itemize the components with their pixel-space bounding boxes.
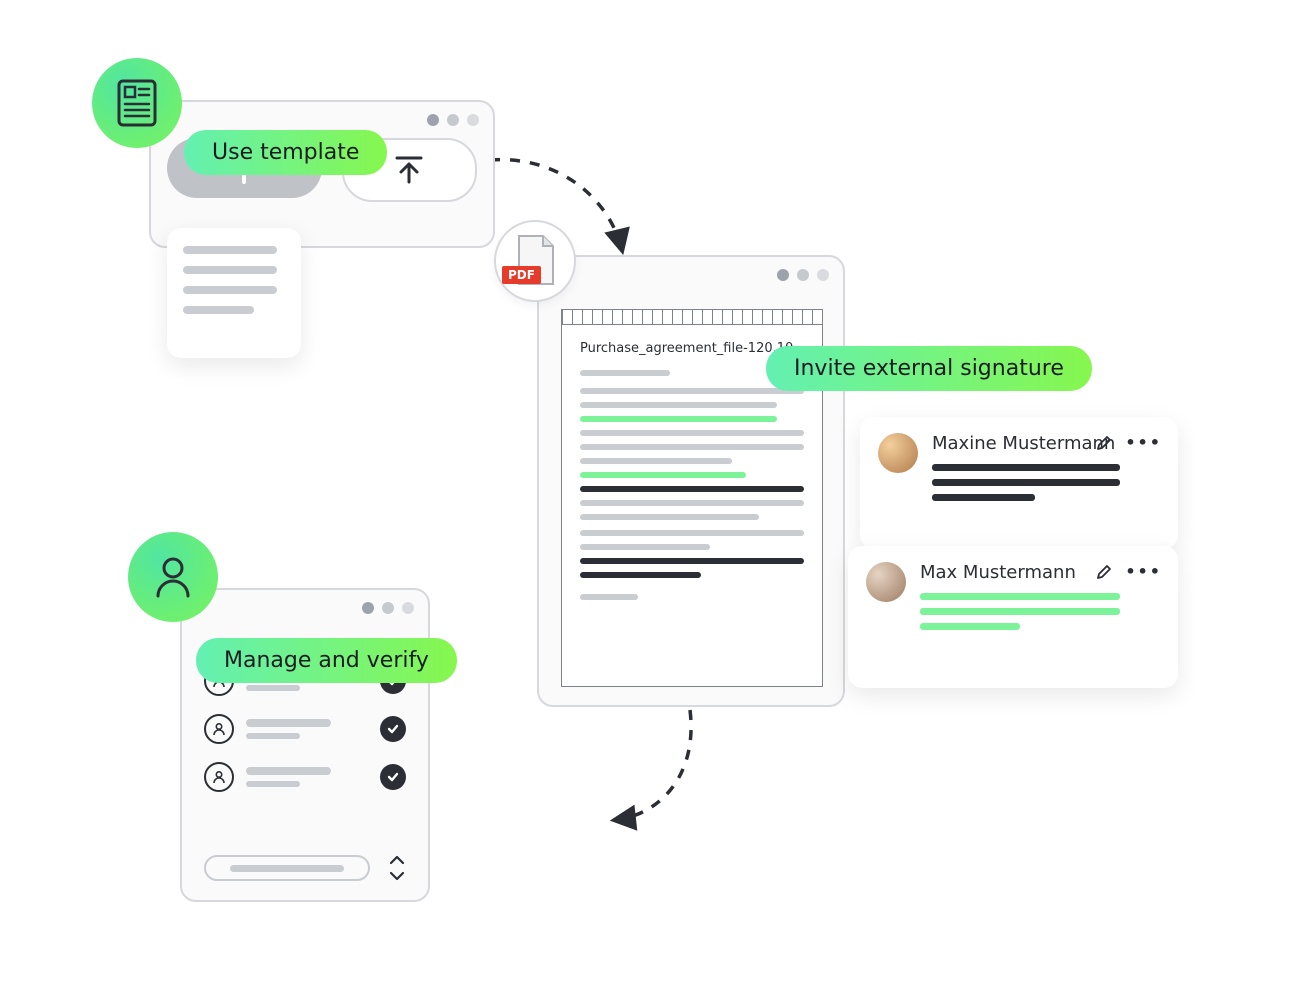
signer-name: Maxine Mustermann [932, 433, 1120, 454]
signer-name: Max Mustermann [920, 562, 1120, 583]
signer-card[interactable]: Maxine Mustermann ••• [860, 417, 1178, 549]
person-icon [204, 762, 234, 792]
window-dot [382, 602, 394, 614]
avatar [878, 433, 918, 473]
person-icon [152, 554, 194, 600]
signer-card[interactable]: Max Mustermann ••• [848, 546, 1178, 688]
window-dot [362, 602, 374, 614]
upload-icon [391, 152, 427, 188]
avatar [866, 562, 906, 602]
manage-verify-label: Manage and verify [196, 638, 457, 683]
pdf-label: PDF [502, 266, 541, 284]
window-dot [447, 114, 459, 126]
template-badge [92, 58, 182, 148]
more-icon[interactable]: ••• [1125, 562, 1162, 581]
verify-row [204, 762, 406, 792]
window-dot [797, 269, 809, 281]
pdf-badge: PDF [494, 220, 576, 302]
chevron-down-icon[interactable] [388, 870, 406, 882]
window-dot [402, 602, 414, 614]
more-icon[interactable]: ••• [1125, 433, 1162, 452]
invite-signature-label: Invite external signature [766, 346, 1092, 391]
verify-panel [180, 588, 430, 902]
window-dot [467, 114, 479, 126]
window-dot [427, 114, 439, 126]
ruler [562, 310, 822, 325]
document-panel: Purchase_agreement_file-120.10 [537, 255, 845, 707]
check-icon [380, 716, 406, 742]
template-preview-card [167, 228, 301, 358]
window-dot [777, 269, 789, 281]
edit-icon[interactable] [1095, 434, 1113, 452]
check-icon [380, 764, 406, 790]
window-controls [539, 257, 843, 293]
chevron-up-icon[interactable] [388, 854, 406, 866]
use-template-label: Use template [184, 130, 387, 175]
document-icon [116, 78, 158, 128]
person-icon [204, 714, 234, 744]
verify-badge [128, 532, 218, 622]
verify-row [204, 714, 406, 744]
window-controls [182, 590, 428, 626]
edit-icon[interactable] [1095, 563, 1113, 581]
verify-footer-pill [204, 855, 370, 881]
window-dot [817, 269, 829, 281]
